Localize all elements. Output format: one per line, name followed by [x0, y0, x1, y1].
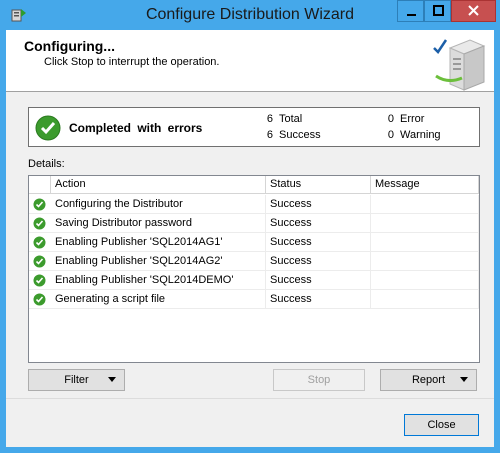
chevron-down-icon — [108, 377, 116, 382]
green-check-icon — [35, 115, 61, 141]
stop-button-label: Stop — [307, 374, 331, 386]
wizard-window: Configure Distribution Wizard Configurin… — [0, 0, 500, 453]
message-cell — [371, 195, 479, 214]
status-cell: Success — [266, 290, 371, 309]
table-row[interactable]: Generating a script file Success — [29, 290, 479, 309]
status-cell: Success — [266, 271, 371, 290]
details-label: Details: — [28, 158, 65, 170]
stop-button[interactable]: Stop — [273, 369, 365, 391]
table-row[interactable]: Saving Distributor password Success — [29, 214, 479, 233]
action-cell: Enabling Publisher 'SQL2014AG1' — [51, 233, 266, 252]
total-label: Total — [279, 113, 303, 125]
summary-panel: Completed with errors 6 Total 6 Success … — [28, 107, 480, 147]
table-row[interactable]: Enabling Publisher 'SQL2014AG1' Success — [29, 233, 479, 252]
close-icon — [468, 5, 479, 16]
error-count: 0 — [387, 113, 394, 125]
action-cell: Enabling Publisher 'SQL2014AG2' — [51, 252, 266, 271]
page-subtitle: Click Stop to interrupt the operation. — [44, 56, 220, 68]
message-cell — [371, 271, 479, 290]
column-header-message[interactable]: Message — [371, 176, 479, 194]
message-cell — [371, 233, 479, 252]
status-cell: Success — [266, 214, 371, 233]
footer-divider — [6, 398, 494, 399]
green-check-icon — [33, 255, 46, 268]
dialog-body: Configuring... Click Stop to interrupt t… — [6, 30, 494, 447]
table-row[interactable]: Enabling Publisher 'SQL2014AG2' Success — [29, 252, 479, 271]
column-header-icon[interactable] — [29, 176, 51, 194]
filter-button-label: Filter — [64, 374, 89, 386]
column-header-status[interactable]: Status — [266, 176, 371, 194]
close-button[interactable]: Close — [404, 414, 479, 436]
close-button-label: Close — [427, 419, 456, 431]
chevron-down-icon — [460, 377, 468, 382]
title-bar[interactable]: Configure Distribution Wizard — [0, 0, 500, 30]
warning-label: Warning — [400, 129, 441, 141]
green-check-icon — [33, 274, 46, 287]
status-cell: Success — [266, 252, 371, 271]
message-cell — [371, 290, 479, 309]
close-window-button[interactable] — [451, 0, 496, 22]
page-title: Configuring... — [24, 38, 115, 54]
status-cell: Success — [266, 195, 371, 214]
report-button-label: Report — [411, 374, 446, 386]
report-button[interactable]: Report — [380, 369, 477, 391]
maximize-icon — [433, 5, 444, 16]
green-check-icon — [33, 293, 46, 306]
status-cell: Success — [266, 233, 371, 252]
warning-count: 0 — [387, 129, 394, 141]
action-cell: Generating a script file — [51, 290, 266, 309]
column-header-action[interactable]: Action — [51, 176, 266, 194]
minimize-button[interactable] — [397, 0, 424, 22]
filter-button[interactable]: Filter — [28, 369, 125, 391]
error-label: Error — [400, 113, 425, 125]
success-label: Success — [279, 129, 321, 141]
green-check-icon — [33, 198, 46, 211]
total-count: 6 — [266, 113, 273, 125]
server-check-icon — [433, 39, 486, 91]
success-count: 6 — [266, 129, 273, 141]
table-row[interactable]: Enabling Publisher 'SQL2014DEMO' Success — [29, 271, 479, 290]
grid-header: Action Status Message — [29, 176, 479, 194]
action-cell: Configuring the Distributor — [51, 195, 266, 214]
wizard-header: Configuring... Click Stop to interrupt t… — [6, 30, 494, 92]
message-cell — [371, 252, 479, 271]
details-grid[interactable]: Action Status Message Configuring the Di… — [28, 175, 480, 363]
action-cell: Enabling Publisher 'SQL2014DEMO' — [51, 271, 266, 290]
table-row[interactable]: Configuring the Distributor Success — [29, 195, 479, 214]
maximize-button[interactable] — [424, 0, 451, 22]
minimize-icon — [407, 14, 416, 16]
message-cell — [371, 214, 479, 233]
action-cell: Saving Distributor password — [51, 214, 266, 233]
completion-status: Completed with errors — [69, 121, 203, 135]
green-check-icon — [33, 236, 46, 249]
green-check-icon — [33, 217, 46, 230]
